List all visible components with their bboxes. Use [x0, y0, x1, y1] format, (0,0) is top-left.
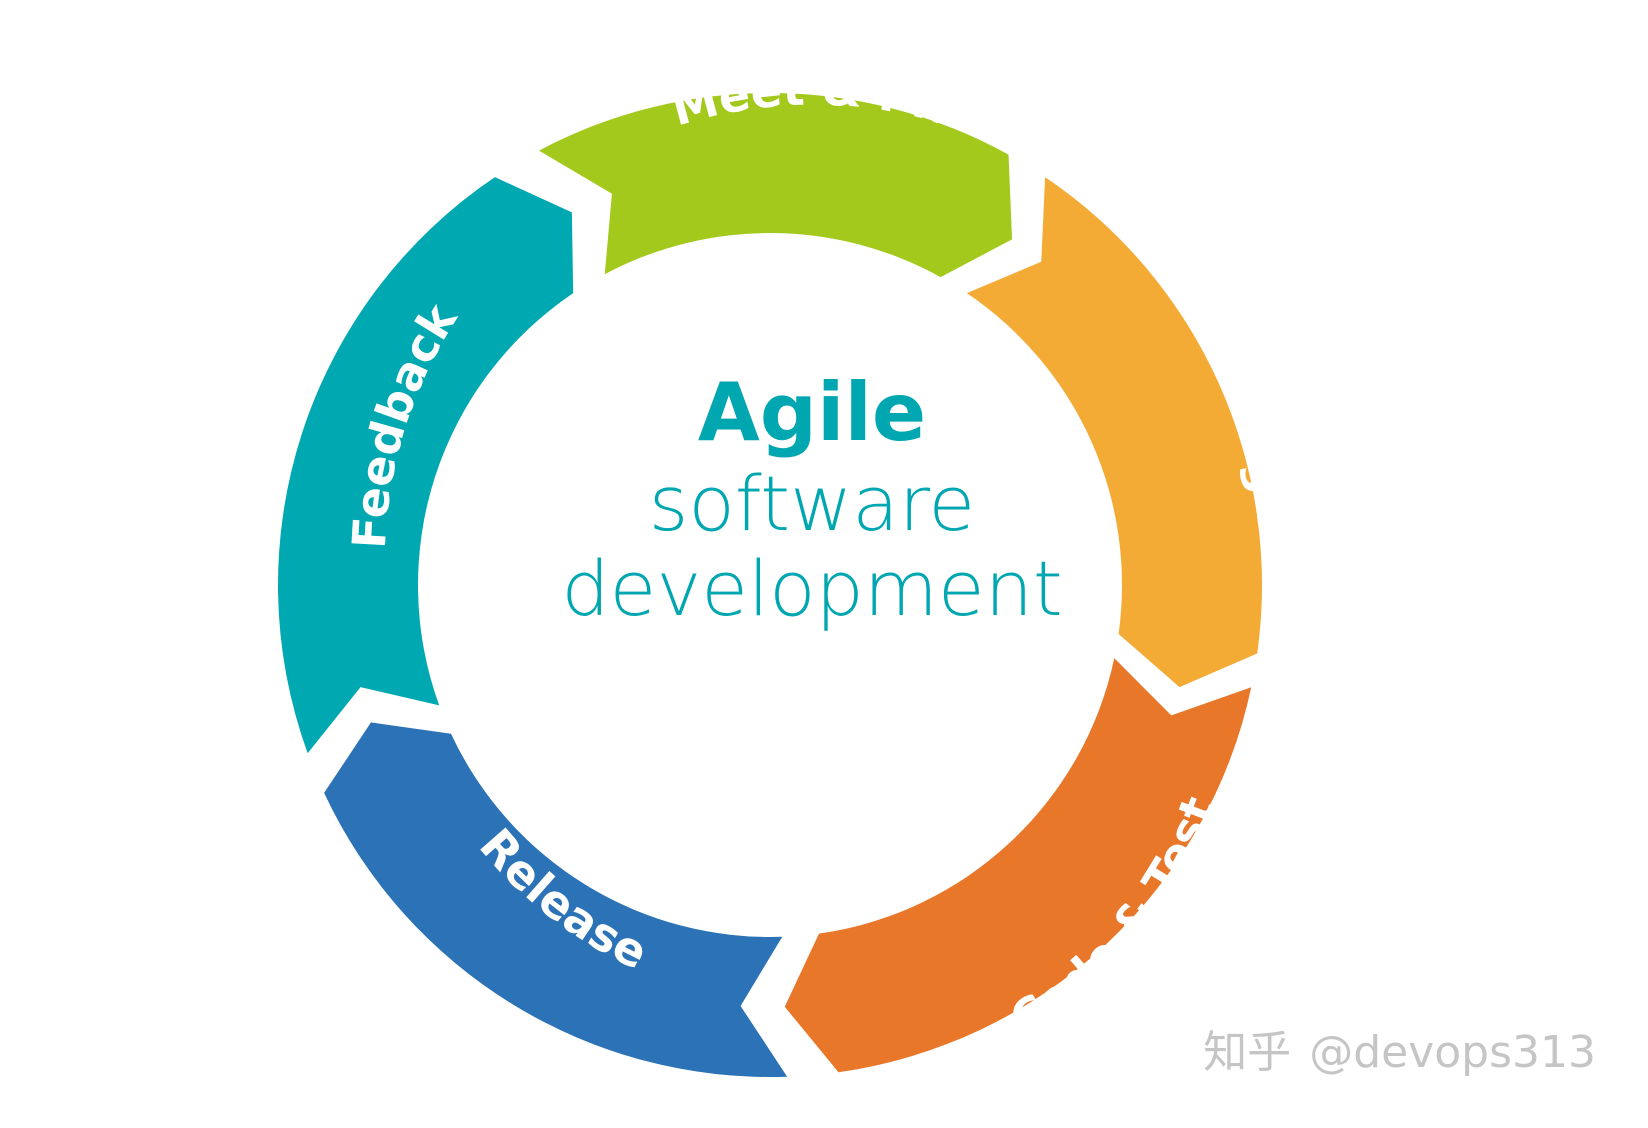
center-subtitle-line1: software	[649, 459, 975, 548]
center-text: Agile software development	[561, 366, 1062, 633]
center-title: Agile	[698, 366, 926, 459]
agile-cycle-diagram: Meet & Plan Design Code & Test Release F…	[278, 61, 1301, 1077]
watermark: 知乎 @devops313	[1203, 1016, 1596, 1080]
segment-feedback	[278, 177, 574, 754]
zhihu-logo-text: 知乎	[1203, 1027, 1292, 1078]
center-subtitle-line2: development	[561, 544, 1062, 633]
watermark-handle: @devops313	[1309, 1027, 1596, 1078]
